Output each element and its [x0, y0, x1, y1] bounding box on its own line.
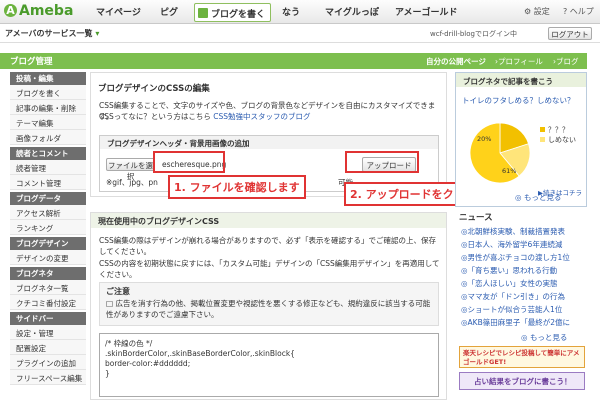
sidebar-item-readers[interactable]: 読者管理 — [10, 160, 86, 175]
login-status: wcf-drill-blogでログイン中 — [430, 30, 517, 38]
ameba-logo[interactable]: A Ameba — [4, 3, 73, 19]
settings-link[interactable]: ⚙ 設定 — [524, 6, 550, 17]
poll-pie-chart: ？？？ しめない 20% 61% — [469, 122, 576, 184]
callout-check-file: 1. ファイルを確認します — [168, 175, 306, 199]
nav-pigg[interactable]: ピグ — [160, 5, 178, 18]
css-line-3: border-color:#dddddd; — [105, 359, 191, 368]
news-item[interactable]: ◎「恋人ほしい」女性の実態 — [461, 278, 558, 289]
recipe-ad-banner[interactable]: 楽天レシピでレシピ投稿して簡単にアメゴールドGET! — [459, 346, 585, 368]
news-item[interactable]: ◎男性が喜ぶチョコの渡し方1位 — [461, 252, 570, 263]
css-help-link[interactable]: CSS勉強中スタッフのブログ — [213, 112, 310, 121]
blog-management-header: ブログ管理 自分の公開ページ ›プロフィール ›ブログ — [0, 53, 587, 69]
sidebar-item-freespace[interactable]: フリースペース編集 — [10, 370, 86, 385]
sidebar-item-plugins[interactable]: プラグインの追加 — [10, 355, 86, 370]
sidebar-item-settings[interactable]: 設定・管理 — [10, 325, 86, 340]
upload-highlight-box — [345, 151, 419, 173]
nav-now[interactable]: なう — [282, 5, 300, 18]
help-link[interactable]: ? ヘルプ — [563, 6, 594, 17]
sidebar-item-ranking[interactable]: ランキング — [10, 220, 86, 235]
more-news-link[interactable]: ◎ もっと見る — [521, 332, 567, 343]
news-item[interactable]: ◎ショートが似合う芸能人1位 — [461, 304, 562, 315]
right-sidebar: ブログネタで記事を書こう トイレのフタしめる？しめない？ ？？？ しめない 20… — [455, 72, 587, 400]
css-line-4: } — [105, 369, 110, 378]
page-title: ブログ管理 — [10, 57, 53, 67]
more-neta-link[interactable]: ◎ もっと見る — [515, 192, 561, 203]
nav-mygroup[interactable]: マイグルっぽ — [325, 5, 379, 18]
neta-question-link[interactable]: トイレのフタしめる？しめない？ — [462, 95, 575, 106]
section-design: ブログデザイン — [10, 237, 86, 250]
news-item[interactable]: ◎日本人、海外留学6年連続減 — [461, 239, 562, 250]
sidebar-item-edit-posts[interactable]: 記事の編集・削除 — [10, 100, 86, 115]
top-navigation: A Ameba マイページ ピグ ブログを書く なう マイグルっぽ アメーゴールド… — [0, 0, 600, 24]
section-posting: 投稿・編集 — [10, 72, 86, 85]
logout-button[interactable]: ログアウト — [548, 27, 592, 40]
legend-label-1: ？？？ — [548, 126, 569, 134]
upload-title: ブログデザインヘッダ・背景用画像の追加 — [100, 136, 438, 149]
news-item[interactable]: ◎北朝鮮核実験、制裁措置発表 — [461, 226, 565, 237]
current-css-title: 現在使用中のブログデザインCSS — [91, 213, 446, 228]
sidebar-item-neta-list[interactable]: ブログネタ一覧 — [10, 280, 86, 295]
legend-label-2: しめない — [548, 136, 576, 144]
sidebar-item-images[interactable]: 画像フォルダ — [10, 130, 86, 145]
public-page-label: 自分の公開ページ — [426, 57, 486, 66]
current-css-text-1: CSS編集の際はデザインが崩れる場合がありますので、必ず「表示を確認する」でご確… — [99, 236, 436, 256]
notice-title: ご注意 — [106, 287, 130, 296]
file-type-note: ※gif、jpg、pn — [106, 178, 158, 187]
current-css-panel: 現在使用中のブログデザインCSS CSS編集の際はデザインが崩れる場合があります… — [90, 212, 447, 400]
current-css-text-2: CSSの内容を初期状態に戻すには、「カスタム可能」デザインの「CSS編集用デザイ… — [99, 259, 440, 279]
services-dropdown[interactable]: アメーバのサービス一覧 ▾ — [5, 28, 99, 39]
section-blogneta: ブログネタ — [10, 267, 86, 280]
choose-file-button[interactable]: ファイルを選択 — [106, 158, 155, 181]
blogneta-title: ブログネタで記事を書こう — [456, 73, 586, 87]
section-readers: 読者とコメント — [10, 147, 86, 160]
chevron-down-icon: ▾ — [95, 29, 100, 38]
section-blogdata: ブログデータ — [10, 192, 86, 205]
css-edit-title: ブログデザインのCSSの編集 — [91, 79, 446, 94]
news-item[interactable]: ◎ママ友が「ドン引き」の行為 — [461, 291, 565, 302]
css-editor-textarea[interactable]: /* 枠線の色 */ .skinBorderColor,.skinBaseBor… — [99, 333, 439, 397]
blog-link[interactable]: ›ブログ — [553, 56, 579, 67]
news-item[interactable]: ◎AKB篠田麻里子「最終が2億に — [461, 317, 570, 328]
legend-swatch-2 — [540, 137, 545, 142]
notice-text: □ 広告を消す行為の他、掲載位置変更や視認性を悪くする修正なども、規約違反に該当… — [106, 299, 431, 319]
nav-mypage[interactable]: マイページ — [96, 5, 141, 18]
news-item[interactable]: ◎「育ち悪い」思われる行動 — [461, 265, 557, 276]
pencil-icon — [198, 8, 208, 18]
legend-swatch-1 — [540, 127, 545, 132]
left-sidebar: 投稿・編集 ブログを書く 記事の編集・削除 テーマ編集 画像フォルダ 読者とコメ… — [10, 72, 86, 400]
blogneta-widget: ブログネタで記事を書こう トイレのフタしめる？しめない？ ？？？ しめない 20… — [455, 72, 587, 207]
sidebar-item-kuchikomi[interactable]: クチコミ番付設定 — [10, 295, 86, 310]
file-highlight-box — [153, 151, 225, 173]
fortune-ad-banner[interactable]: 占い結果をブログに書こう！ — [459, 372, 585, 390]
profile-link[interactable]: ›プロフィール — [495, 56, 543, 67]
sidebar-item-analytics[interactable]: アクセス解析 — [10, 205, 86, 220]
intro-text-2: CSSってなに？という方はこちら CSS勉強中スタッフのブログ — [99, 112, 311, 121]
service-bar: アメーバのサービス一覧 ▾ wcf-drill-blogでログイン中 ログアウト — [0, 24, 600, 43]
sidebar-item-themes[interactable]: テーマ編集 — [10, 115, 86, 130]
sidebar-item-comments[interactable]: コメント管理 — [10, 175, 86, 190]
sidebar-item-layout[interactable]: 配置設定 — [10, 340, 86, 355]
main-content: ブログデザインのCSSの編集 CSS編集することで、文字のサイズや色、ブログの背… — [90, 72, 493, 400]
nav-write-blog[interactable]: ブログを書く — [194, 3, 271, 22]
ameba-logo-icon: A — [4, 4, 17, 17]
pie-label-61: 61% — [502, 167, 516, 175]
section-sidebar: サイドバー — [10, 312, 86, 325]
notice-box: ご注意 □ 広告を消す行為の他、掲載位置変更や視認性を悪くする修正なども、規約違… — [99, 282, 439, 326]
nav-amegold[interactable]: アメーゴールド — [395, 5, 458, 18]
pie-label-20: 20% — [477, 135, 491, 143]
sidebar-item-write[interactable]: ブログを書く — [10, 85, 86, 100]
sidebar-item-design-change[interactable]: デザインの変更 — [10, 250, 86, 265]
news-title: ニュース — [459, 213, 493, 223]
